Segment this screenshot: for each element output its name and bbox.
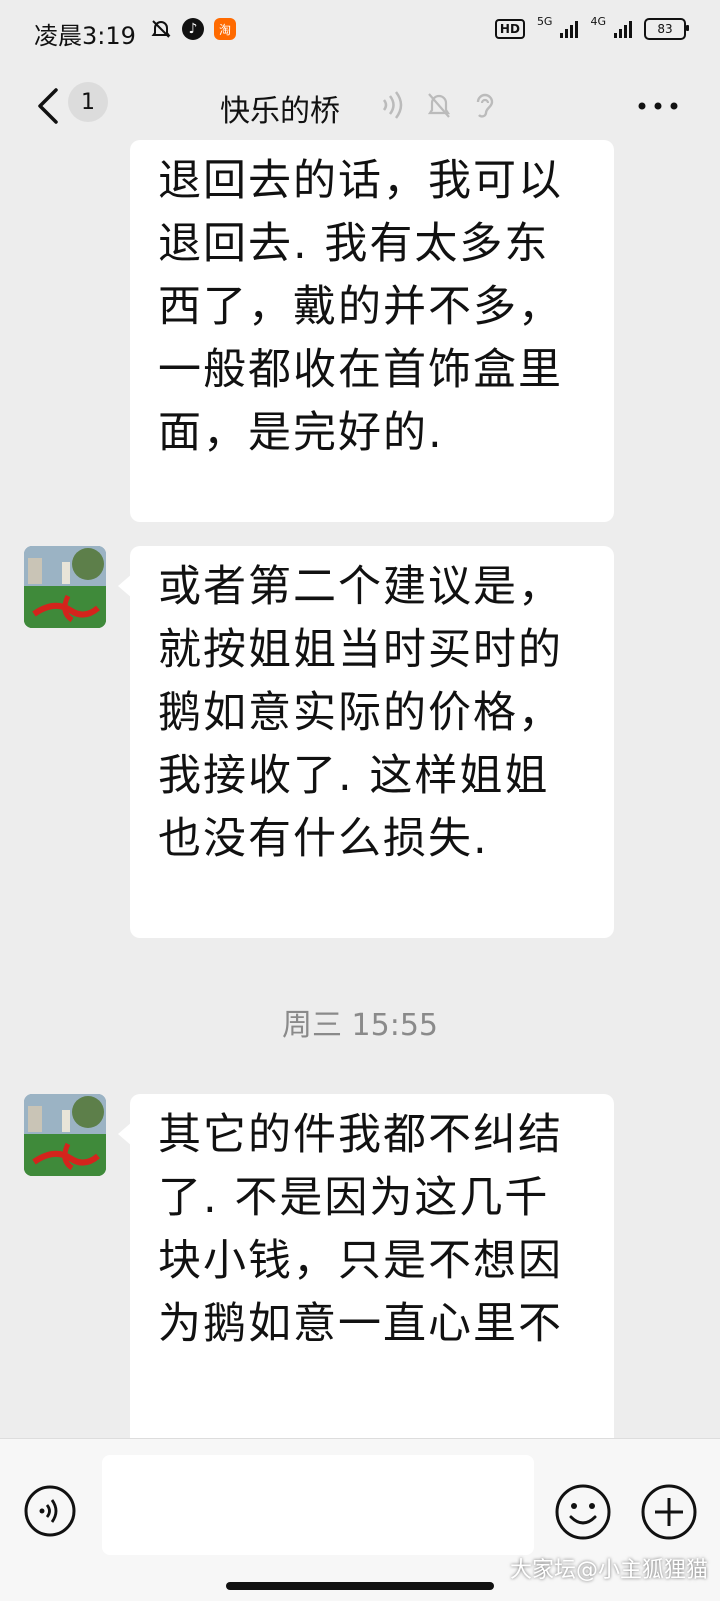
- ear-icon: [476, 93, 494, 118]
- mute-bell-icon: [150, 18, 172, 40]
- unread-count-badge[interactable]: 1: [68, 82, 108, 122]
- emoji-button[interactable]: [554, 1483, 612, 1541]
- mute-icon: [427, 93, 451, 118]
- status-bar: 凌晨3:19 ♪ 淘 HD 5G 4G 83: [0, 0, 720, 64]
- message-bubble[interactable]: 或者第二个建议是，就按姐姐当时买时的鹅如意实际的价格，我接收了. 这样姐姐也没有…: [130, 546, 614, 938]
- home-indicator[interactable]: [226, 1582, 494, 1590]
- avatar[interactable]: [24, 1094, 106, 1176]
- signal-4g-icon: [614, 20, 632, 38]
- emoji-icon: [555, 1484, 611, 1540]
- more-icon: [638, 102, 678, 110]
- message-text: 其它的件我都不纠结了. 不是因为这几千块小钱，只是不想因为鹅如意一直心里不: [158, 1110, 563, 1349]
- voice-input-icon: [24, 1485, 76, 1537]
- plus-icon: [641, 1484, 697, 1540]
- avatar-image: [24, 546, 106, 628]
- voice-input-button[interactable]: [24, 1485, 76, 1537]
- message-input[interactable]: [102, 1455, 534, 1555]
- taobao-icon: 淘: [214, 18, 236, 40]
- battery-icon: 83: [644, 18, 689, 40]
- message-timestamp: 周三 15:55: [282, 1008, 438, 1043]
- tiktok-icon: ♪: [182, 18, 204, 40]
- more-actions-button[interactable]: [640, 1483, 698, 1541]
- avatar-image: [24, 1094, 106, 1176]
- hd-badge: HD: [494, 19, 525, 39]
- voice-icon: [382, 91, 403, 119]
- status-time: 凌晨3:19: [34, 22, 136, 50]
- back-button[interactable]: [30, 84, 70, 128]
- message-bubble[interactable]: 退回去的话，我可以退回去. 我有太多东西了，戴的并不多，一般都收在首饰盒里面，是…: [130, 140, 614, 522]
- watermark: 大家坛@小主狐狸猫: [509, 1558, 708, 1583]
- message-text: 退回去的话，我可以退回去. 我有太多东西了，戴的并不多，一般都收在首饰盒里面，是…: [158, 156, 563, 458]
- chat-header: 1 快乐的桥: [0, 64, 720, 150]
- network-5g-label: 5G: [536, 14, 553, 28]
- avatar[interactable]: [24, 546, 106, 628]
- chevron-left-icon: [38, 88, 58, 124]
- message-text: 或者第二个建议是，就按姐姐当时买时的鹅如意实际的价格，我接收了. 这样姐姐也没有…: [158, 562, 563, 864]
- chat-title: 快乐的桥: [220, 94, 340, 129]
- signal-5g-icon: [560, 20, 579, 38]
- message-bubble[interactable]: 其它的件我都不纠结了. 不是因为这几千块小钱，只是不想因为鹅如意一直心里不: [130, 1094, 614, 1454]
- network-4g-label: 4G: [590, 14, 606, 28]
- more-options-button[interactable]: [636, 86, 680, 126]
